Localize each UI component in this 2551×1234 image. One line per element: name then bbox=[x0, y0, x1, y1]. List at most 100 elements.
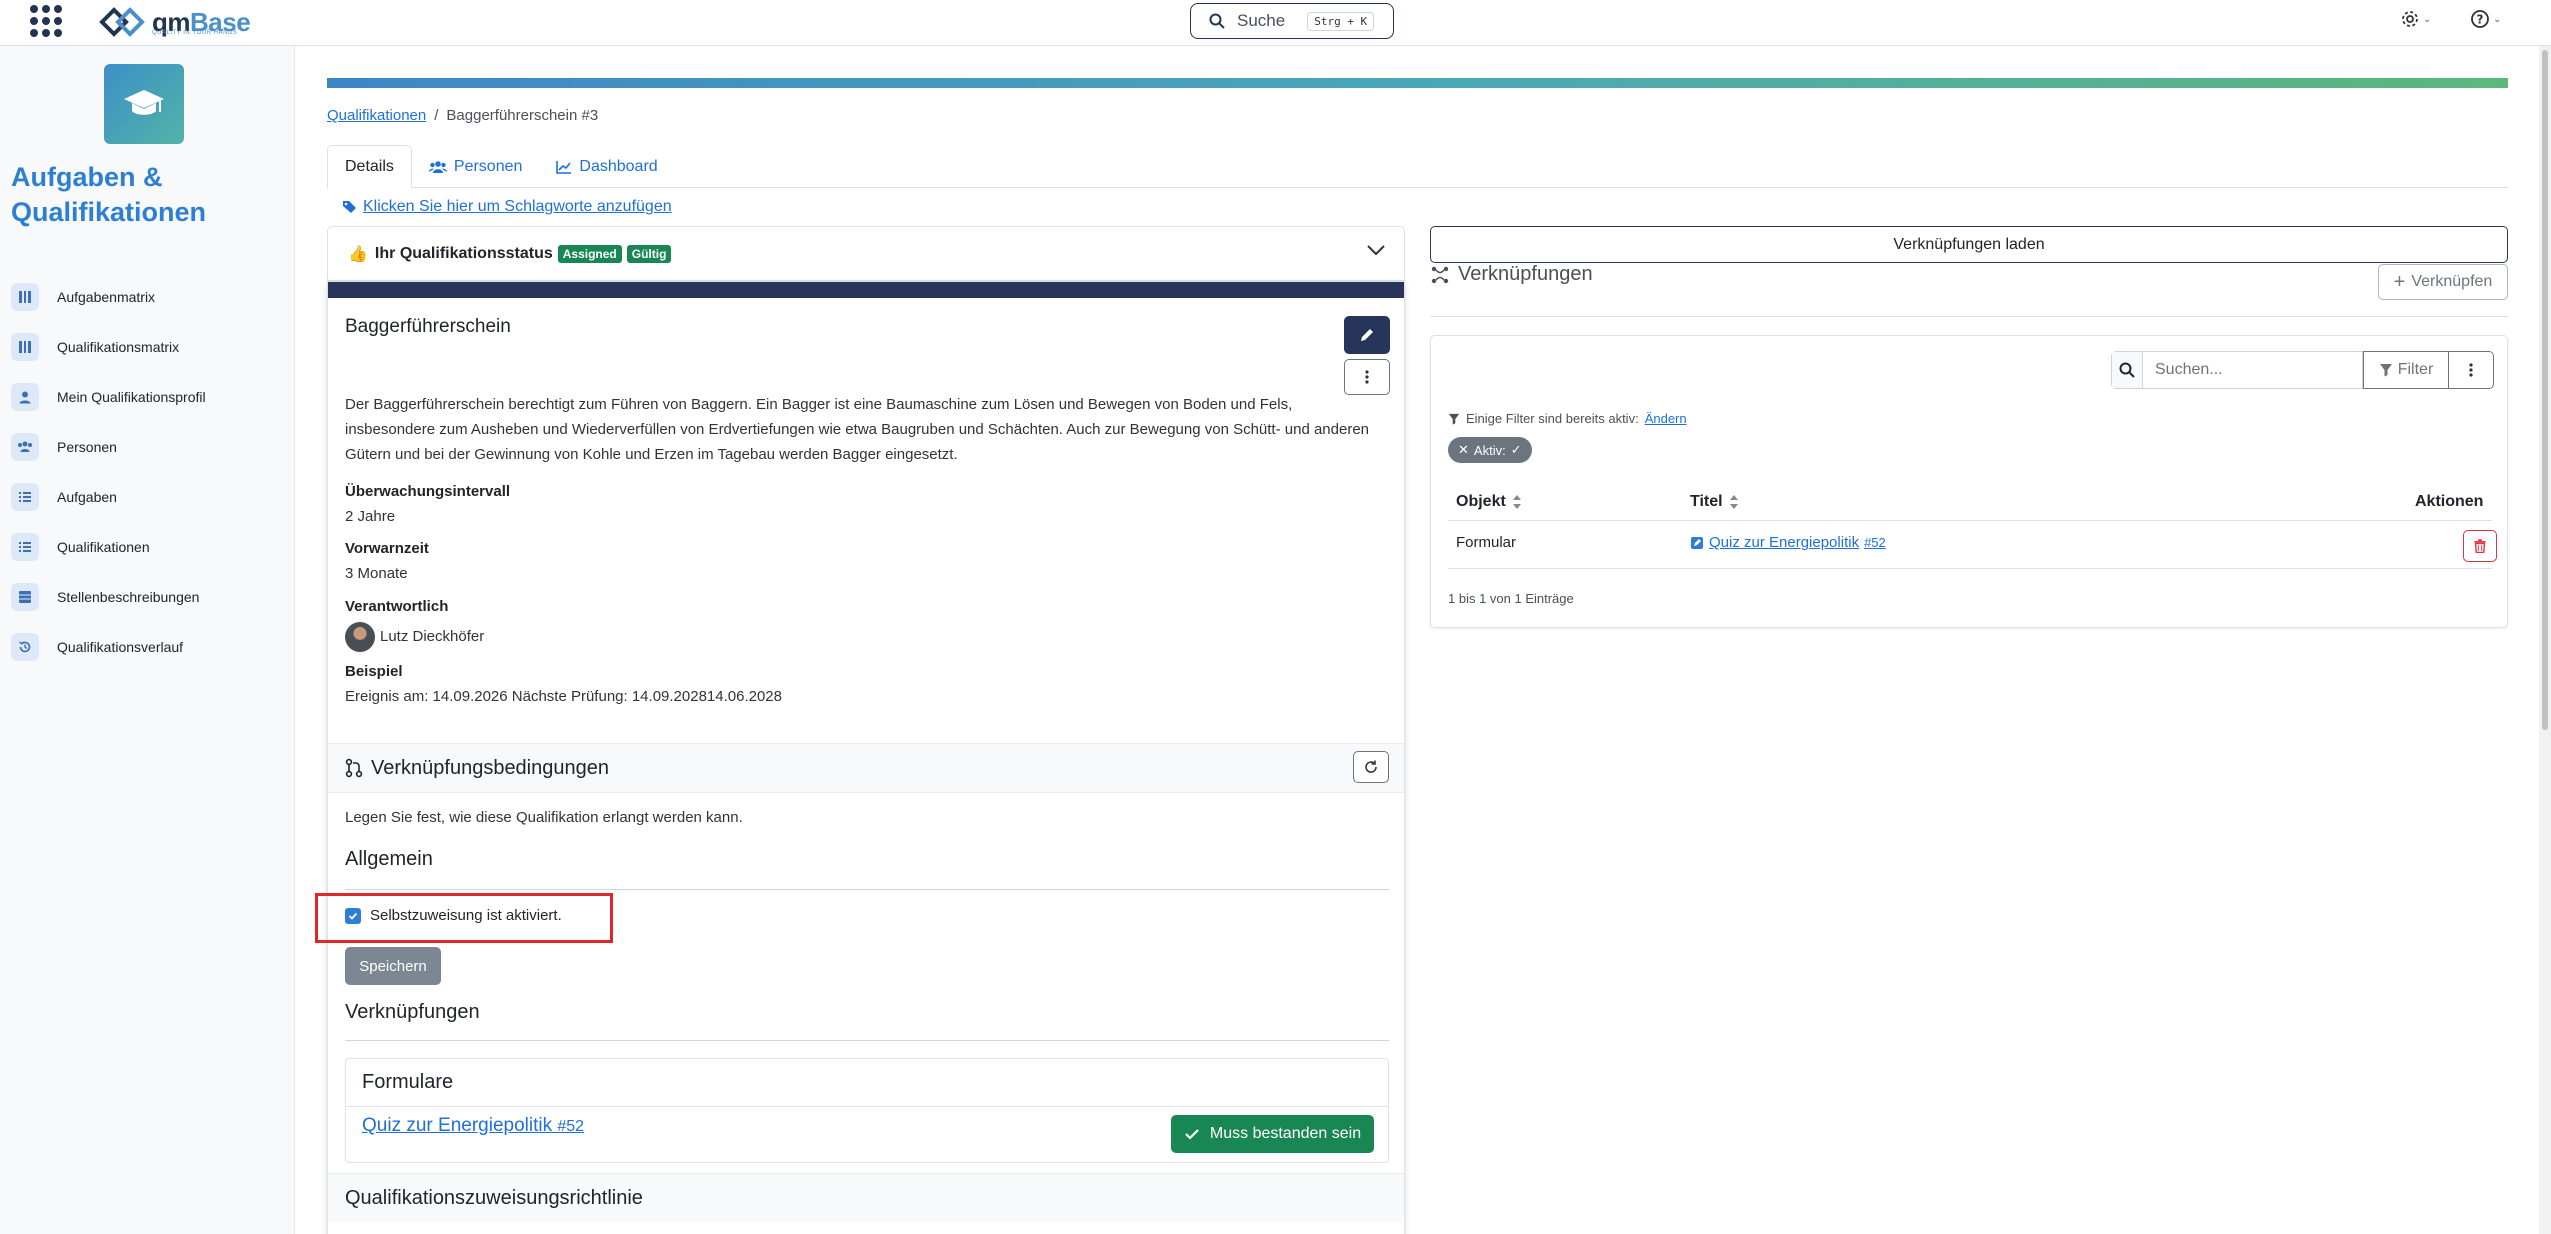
forms-box: Formulare Quiz zur Energiepolitik #52 Mu… bbox=[345, 1058, 1389, 1163]
sidebar-item-stellenbeschreibungen[interactable]: Stellenbeschreibungen bbox=[11, 572, 281, 622]
sort-icon bbox=[1729, 495, 1738, 509]
add-tags-link[interactable]: Klicken Sie hier um Schlagworte anzufüge… bbox=[342, 198, 672, 216]
checkbox-edit-icon bbox=[1691, 536, 1703, 549]
edit-button[interactable] bbox=[1344, 316, 1390, 354]
link-nodes-icon bbox=[1431, 266, 1449, 283]
sidebar-item-aufgaben[interactable]: Aufgaben bbox=[11, 472, 281, 522]
tab-dashboard[interactable]: Dashboard bbox=[539, 145, 674, 188]
sidebar-item-qualifikationsverlauf[interactable]: Qualifikationsverlauf bbox=[11, 622, 281, 672]
sidebar-item-aufgabenmatrix[interactable]: Aufgabenmatrix bbox=[11, 272, 281, 322]
tab-label: Details bbox=[345, 158, 394, 175]
change-filter-link[interactable]: Ändern bbox=[1645, 411, 1687, 426]
column-header-titel[interactable]: Titel bbox=[1690, 493, 1739, 511]
assignment-policy-header: Qualifikationszuweisungsrichtlinie bbox=[328, 1173, 1404, 1223]
chevron-down-icon: ⌄ bbox=[2423, 13, 2432, 25]
svg-text:?: ? bbox=[2477, 13, 2484, 27]
sidebar-item-label: Mein Qualifikationsprofil bbox=[57, 389, 206, 405]
qualification-description: Der Baggerführerschein berechtigt zum Fü… bbox=[345, 396, 1370, 463]
filter-button[interactable]: Filter bbox=[2363, 351, 2449, 389]
status-badge-assigned: Assigned bbox=[557, 244, 622, 263]
user-icon bbox=[11, 383, 39, 411]
search-shortcut: Strg + K bbox=[1307, 11, 1375, 31]
plus-icon: + bbox=[2393, 271, 2406, 293]
qualification-status-accordion[interactable]: 👍 Ihr Qualifikationsstatus Assigned Gült… bbox=[327, 226, 1405, 281]
app-grid-icon[interactable] bbox=[30, 5, 62, 37]
list-icon bbox=[11, 483, 39, 511]
tags-icon bbox=[343, 201, 356, 213]
assignment-policy-title: Qualifikationszuweisungsrichtlinie bbox=[345, 1187, 643, 1209]
add-tags-label: Klicken Sie hier um Schlagworte anzufüge… bbox=[363, 198, 672, 215]
form-link-quiz[interactable]: Quiz zur Energiepolitik #52 bbox=[362, 1115, 584, 1137]
thumbs-up-icon: 👍 bbox=[348, 245, 368, 263]
checkmark-icon bbox=[1185, 1129, 1199, 1140]
matrix-icon bbox=[11, 333, 39, 361]
column-header-aktionen: Aktionen bbox=[2415, 493, 2484, 510]
sort-icon bbox=[1512, 495, 1521, 509]
vertical-dots-icon bbox=[2469, 363, 2473, 377]
logo[interactable]: qmBase QUALITY IN YOUR HANDS bbox=[98, 4, 251, 40]
refresh-button[interactable] bbox=[1353, 751, 1389, 783]
matrix-icon bbox=[11, 283, 39, 311]
links-title-label: Verknüpfungen bbox=[1458, 263, 1593, 285]
sidebar-item-label: Aufgabenmatrix bbox=[57, 289, 156, 305]
tab-label: Dashboard bbox=[579, 157, 658, 175]
link-conditions-header: Verknüpfungsbedingungen bbox=[328, 743, 1404, 793]
avatar bbox=[345, 622, 375, 652]
links-table-card: Filter Einige Filter sind bereits aktiv:… bbox=[1430, 335, 2508, 628]
responsible-label: Verantwortlich bbox=[345, 598, 449, 615]
module-title: Aufgaben & Qualifikationen bbox=[11, 162, 207, 227]
load-links-button[interactable]: Verknüpfungen laden bbox=[1430, 226, 2508, 263]
refresh-icon bbox=[1365, 760, 1377, 773]
tab-details[interactable]: Details bbox=[327, 145, 412, 189]
more-options-button[interactable] bbox=[1344, 359, 1390, 395]
breadcrumb: Qualifikationen / Baggerführerschein #3 bbox=[327, 107, 598, 124]
qualification-title: Baggerführerschein bbox=[345, 316, 511, 337]
sidebar-item-mein-qualifikationsprofil[interactable]: Mein Qualifikationsprofil bbox=[11, 372, 281, 422]
sidebar-item-qualifikationen[interactable]: Qualifikationen bbox=[11, 522, 281, 572]
interval-label: Überwachungsintervall bbox=[345, 483, 511, 500]
sidebar-item-label: Qualifikationsverlauf bbox=[57, 639, 184, 655]
active-chip-label: Aktiv: bbox=[1473, 442, 1506, 458]
filter-icon bbox=[1448, 413, 1460, 425]
checkmark-icon: ✓ bbox=[1510, 442, 1522, 457]
chevron-down-icon bbox=[1367, 245, 1385, 256]
sidebar-item-qualifikationsmatrix[interactable]: Qualifikationsmatrix bbox=[11, 322, 281, 372]
trash-icon bbox=[2474, 539, 2486, 553]
settings-menu[interactable]: ⌄ bbox=[2400, 9, 2431, 29]
list-icon bbox=[11, 533, 39, 561]
must-pass-label: Muss bestanden sein bbox=[1209, 1125, 1362, 1142]
tab-label: Personen bbox=[453, 157, 523, 175]
tab-personen[interactable]: Personen bbox=[412, 145, 540, 188]
logo-tagline: QUALITY IN YOUR HANDS bbox=[152, 30, 238, 36]
breadcrumb-link-qualifikationen[interactable]: Qualifikationen bbox=[327, 107, 426, 124]
table-row: Formular Quiz zur Energiepolitik #52 bbox=[1448, 521, 2497, 569]
table-search-input[interactable] bbox=[2143, 352, 2362, 388]
module-color-bar bbox=[327, 78, 2508, 88]
must-pass-button[interactable]: Muss bestanden sein bbox=[1171, 1115, 1374, 1153]
tab-bar: Details Personen Dashboard bbox=[327, 145, 2508, 189]
logo-mark-icon bbox=[99, 7, 145, 37]
column-header-objekt[interactable]: Objekt bbox=[1456, 493, 1522, 511]
git-pull-request-icon bbox=[345, 758, 363, 778]
users-icon bbox=[428, 160, 447, 173]
gear-icon bbox=[2402, 11, 2418, 27]
save-button[interactable]: Speichern bbox=[345, 947, 441, 985]
global-search-button[interactable]: Suche Strg + K bbox=[1190, 3, 1394, 39]
sidebar-item-label: Qualifikationsmatrix bbox=[57, 339, 180, 355]
chevron-down-icon: ⌄ bbox=[2493, 13, 2502, 25]
status-badge-valid: Gültig bbox=[626, 244, 672, 263]
sidebar-item-personen[interactable]: Personen bbox=[11, 422, 281, 472]
page-scrollbar-thumb[interactable] bbox=[2542, 50, 2548, 730]
add-link-button[interactable]: + Verknüpfen bbox=[2378, 264, 2508, 300]
table-header: Objekt Titel Aktionen bbox=[1448, 483, 2492, 521]
cell-title-link[interactable]: Quiz zur Energiepolitik #52 bbox=[1690, 534, 1886, 551]
delete-button[interactable] bbox=[2463, 530, 2497, 562]
table-more-button[interactable] bbox=[2449, 351, 2494, 389]
search-label: Suche bbox=[1237, 11, 1286, 30]
interval-value: 2 Jahre bbox=[345, 508, 396, 525]
active-filter-chip[interactable]: ✕ Aktiv: ✓ bbox=[1448, 437, 1532, 463]
forms-heading: Formulare bbox=[346, 1059, 1388, 1107]
help-menu[interactable]: ? ⌄ bbox=[2470, 9, 2501, 29]
conditions-intro: Legen Sie fest, wie diese Qualifikation … bbox=[345, 809, 743, 826]
sidebar-item-label: Stellenbeschreibungen bbox=[57, 589, 200, 605]
